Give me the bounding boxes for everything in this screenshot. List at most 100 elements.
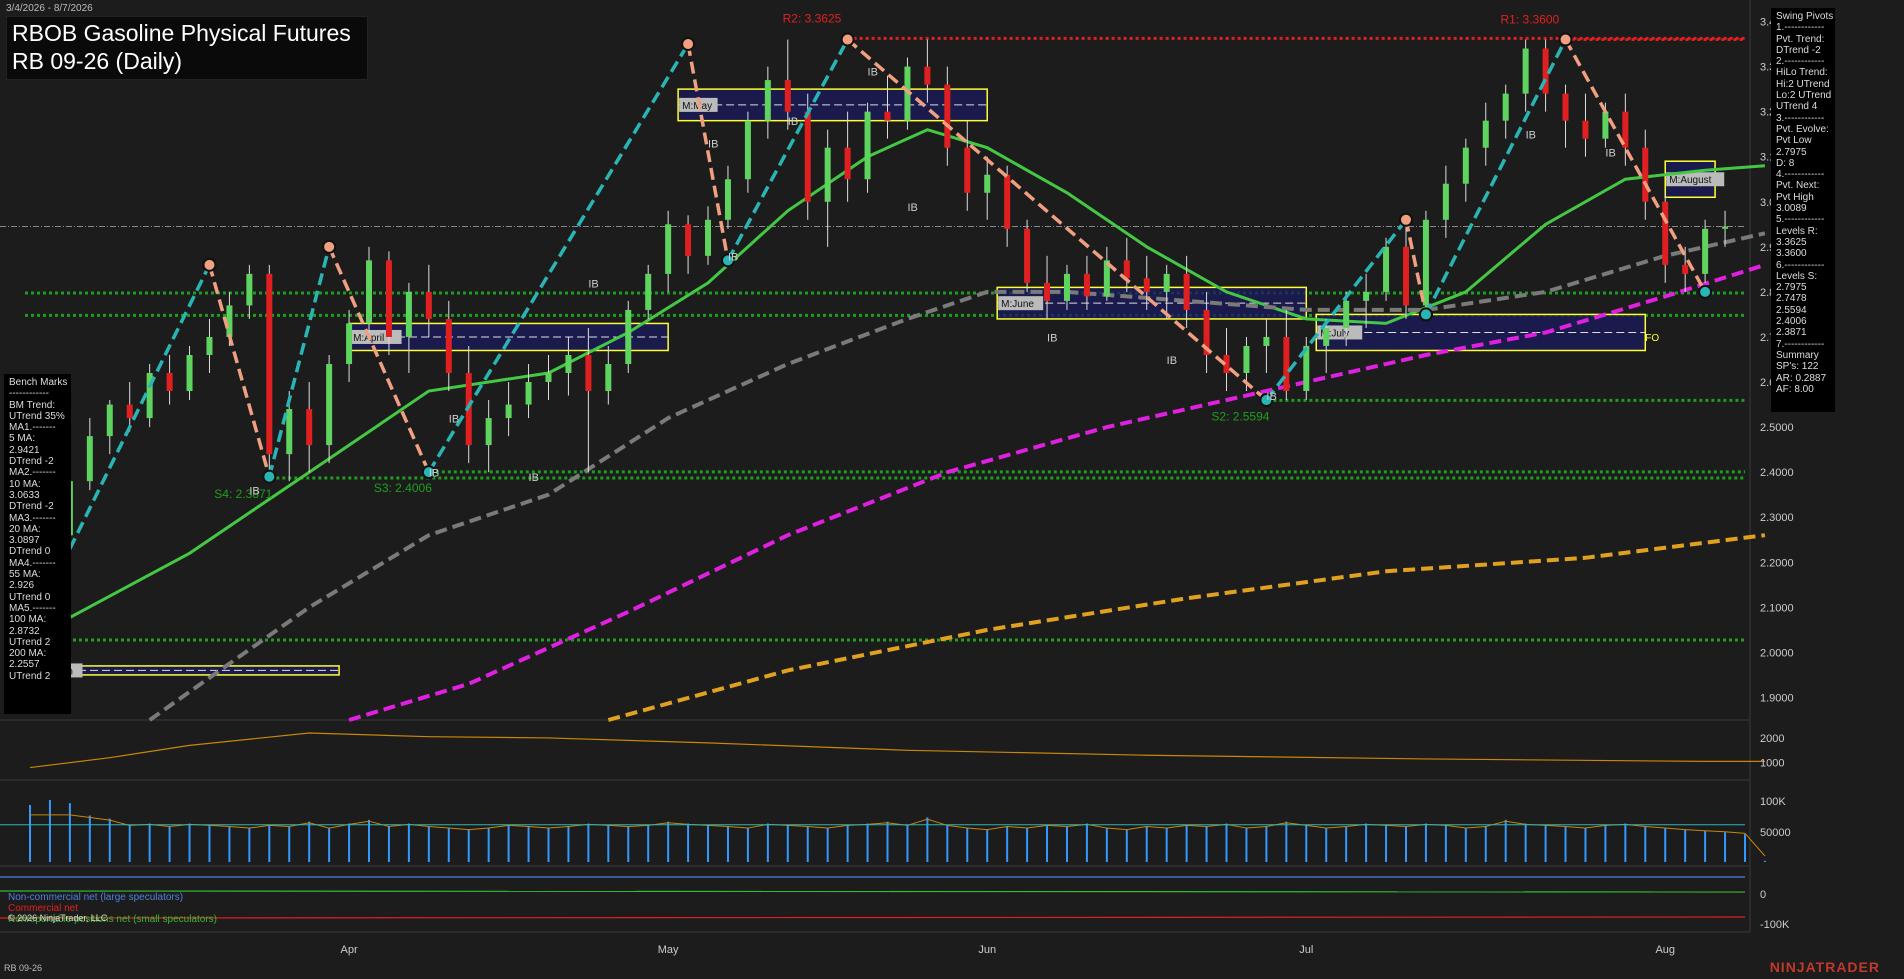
- bench_panel-line: 2.926: [9, 580, 35, 592]
- bench_panel-line: 2.8732: [9, 625, 40, 637]
- swing-low-marker: [1418, 307, 1433, 322]
- bench_panel-line: UTrend 2: [9, 636, 51, 648]
- panel2-tick: 100K: [1760, 796, 1786, 808]
- swing-high-marker: [840, 32, 855, 47]
- swing-low-marker: [1698, 284, 1713, 299]
- candle-body: [246, 273, 253, 306]
- swing_panel-line: Lo:2 UTrend: [1776, 90, 1832, 102]
- ib-marker: IB: [429, 468, 439, 480]
- candle-body: [226, 305, 233, 337]
- candle-body: [724, 179, 731, 220]
- ib-marker: IB: [449, 414, 459, 426]
- candle-body: [126, 404, 133, 419]
- swing_panel-line: 4.------------: [1776, 169, 1825, 181]
- candle-body: [86, 436, 93, 482]
- bench_panel-line: 200 MA:: [9, 648, 47, 660]
- price-chart[interactable]: 3.40003.30003.20003.10003.00002.90002.80…: [0, 0, 1904, 979]
- y-tick-label: 2.4000: [1760, 467, 1794, 479]
- candle-body: [1083, 273, 1090, 297]
- y-tick-label: 2.2000: [1760, 557, 1794, 569]
- x-tick-label: Apr: [341, 944, 358, 956]
- x-tick-label: May: [658, 944, 679, 956]
- cot-small-line: [0, 890, 1746, 893]
- candle-body: [1682, 264, 1689, 274]
- ninjatrader-logo: NINJATRADER: [1769, 959, 1880, 975]
- candle-body: [1522, 48, 1529, 94]
- swing_panel-line: UTrend 4: [1776, 101, 1818, 113]
- swing_panel-line: DTrend -2: [1776, 44, 1821, 56]
- swing-high-marker: [1398, 212, 1413, 227]
- bench_panel-line: UTrend 2: [9, 670, 51, 682]
- swing_panel-line: Pvt. Evolve:: [1776, 123, 1829, 135]
- candle-body: [1243, 345, 1250, 374]
- candle-body: [545, 373, 552, 383]
- candle-body: [1642, 147, 1649, 202]
- x-tick-label: Jul: [1299, 944, 1313, 956]
- month-box: [677, 88, 988, 122]
- candle-body: [1044, 282, 1051, 301]
- bench_panel-line: 10 MA:: [9, 478, 41, 490]
- swing_panel-line: 2.7975: [1776, 146, 1807, 158]
- candle-body: [1323, 327, 1330, 346]
- month-box-label: M:June: [1001, 299, 1034, 310]
- candle-body: [605, 364, 612, 392]
- bench_panel-line: 2.2557: [9, 659, 40, 671]
- bench_panel-line: MA1.-------: [9, 422, 56, 434]
- y-tick-label: 2.5000: [1760, 422, 1794, 434]
- candle-body: [385, 260, 392, 337]
- candle-body: [844, 147, 851, 180]
- panel1-tick: 1000: [1760, 758, 1784, 770]
- swing_panel-line: HiLo Trend:: [1776, 67, 1828, 79]
- candle-body: [924, 66, 931, 85]
- candle-body: [625, 309, 632, 364]
- candle-body: [585, 354, 592, 392]
- ib-marker: IB: [907, 202, 917, 214]
- y-tick-label: 2.3000: [1760, 512, 1794, 524]
- candle-body: [1582, 120, 1589, 139]
- swing_panel-line: 2.3871: [1776, 327, 1807, 339]
- bench_panel-line: DTrend -2: [9, 456, 54, 468]
- candle-body: [1123, 260, 1130, 279]
- bench_panel-line: 55 MA:: [9, 569, 41, 581]
- candle-body: [1482, 120, 1489, 148]
- swing-line: [846, 38, 1268, 402]
- candle-body: [665, 224, 672, 274]
- candle-body: [1462, 147, 1469, 184]
- ib-marker: IB: [529, 472, 539, 484]
- bench_panel-line: MA4.-------: [9, 557, 56, 569]
- bench_panel-line: 2.9421: [9, 444, 40, 456]
- swing-low-marker: [262, 469, 277, 484]
- swing_panel-line: 2.5594: [1776, 304, 1807, 316]
- swing-line: [327, 246, 431, 473]
- support-label: S4: 2.3871: [214, 487, 272, 501]
- swing_panel-line: 3.3625: [1776, 236, 1807, 248]
- y-tick-label: 2.1000: [1760, 602, 1794, 614]
- ib-marker: IB: [868, 67, 878, 79]
- candle-body: [1363, 291, 1370, 301]
- contract-title: RB 09-26 (Daily): [12, 48, 182, 74]
- candle-body: [1183, 273, 1190, 310]
- x-tick-label: Aug: [1655, 944, 1675, 956]
- swing_panel-line: 2.4006: [1776, 316, 1807, 328]
- bench_panel-line: ------------: [9, 388, 49, 400]
- candle-body: [705, 219, 712, 256]
- candle-body: [1502, 93, 1509, 121]
- bench_panel-line: 3.0897: [9, 535, 40, 547]
- candle-body: [106, 404, 113, 437]
- x-tick-label: Jun: [978, 944, 996, 956]
- panel1-line: [29, 732, 1765, 769]
- candle-body: [306, 409, 313, 446]
- swing_panel-line: AR: 0.2887: [1776, 372, 1827, 384]
- moving-average-line: [607, 533, 1766, 722]
- candle-body: [824, 147, 831, 202]
- month-box-label: M:August: [1669, 175, 1711, 186]
- support-label: S3: 2.4006: [374, 481, 432, 495]
- candle-body: [804, 111, 811, 202]
- candle-body: [764, 80, 771, 121]
- panel3-tick: -100K: [1760, 919, 1790, 931]
- candle-body: [565, 354, 572, 374]
- swing_panel-line: 3.3600: [1776, 248, 1807, 260]
- swing_panel-line: AF: 8.00: [1776, 383, 1814, 395]
- candle-body: [425, 291, 432, 319]
- swing_panel-line: Levels R:: [1776, 225, 1818, 237]
